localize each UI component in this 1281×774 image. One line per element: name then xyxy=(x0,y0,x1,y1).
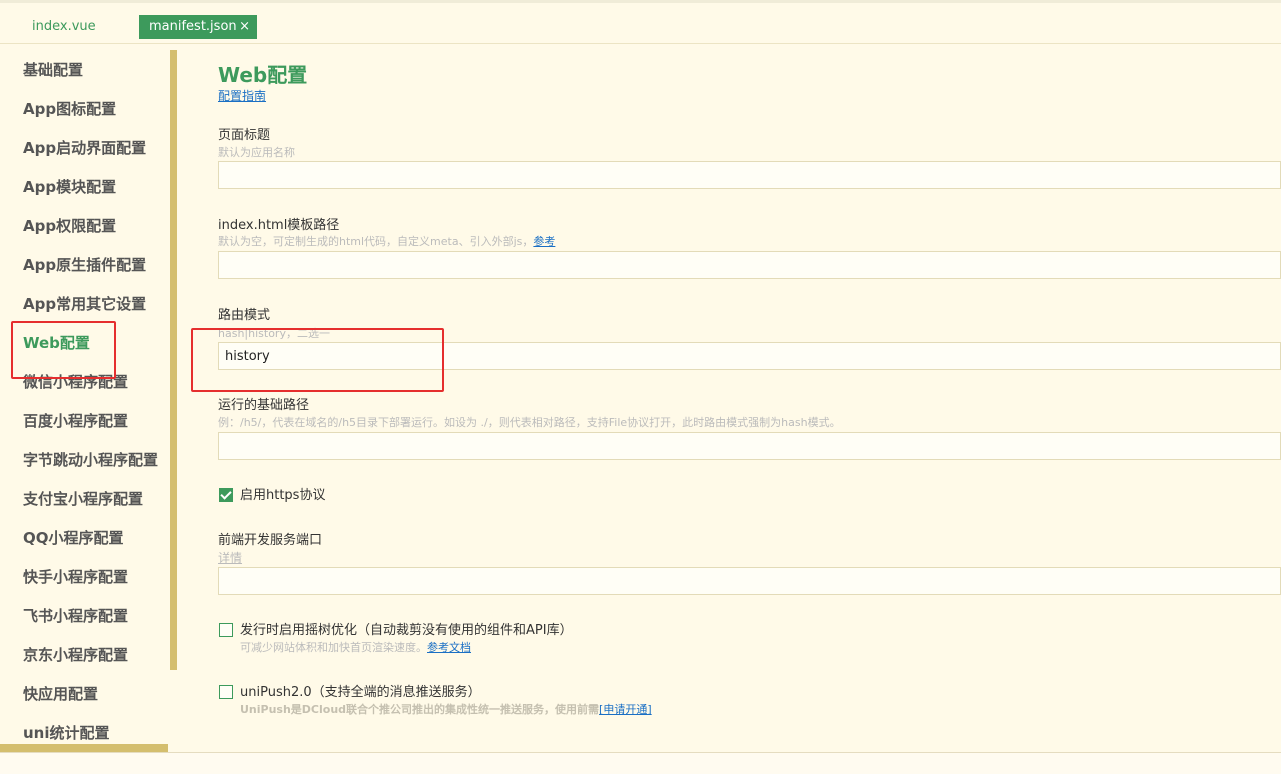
status-strip xyxy=(0,752,1281,774)
tab-bar-top-line xyxy=(0,0,1281,3)
sidebar-item-qq[interactable]: QQ小程序配置 xyxy=(23,528,124,548)
https-checkbox[interactable] xyxy=(219,488,233,502)
sidebar-item-jd[interactable]: 京东小程序配置 xyxy=(23,645,128,665)
dev-port-details-link[interactable]: 详情 xyxy=(218,551,242,565)
treeshake-docs-link[interactable]: 参考文档 xyxy=(427,641,471,654)
template-path-input[interactable] xyxy=(218,251,1281,279)
unipush-desc: UniPush是DCloud联合个推公司推出的集成性统一推送服务，使用前需[申请… xyxy=(240,703,652,717)
tab-manifest-json[interactable]: manifest.json × xyxy=(139,15,257,39)
base-path-label: 运行的基础路径 xyxy=(218,398,310,413)
base-path-input[interactable] xyxy=(218,432,1281,460)
page-title-desc: 默认为应用名称 xyxy=(218,146,295,159)
https-label: 启用https协议 xyxy=(240,488,326,503)
sidebar-item-feishu[interactable]: 飞书小程序配置 xyxy=(23,606,128,626)
sidebar-item-uni-stat[interactable]: uni统计配置 xyxy=(23,723,110,743)
sidebar-item-app-modules[interactable]: App模块配置 xyxy=(23,177,116,197)
highlight-box-router-mode xyxy=(191,328,444,392)
treeshake-desc-text: 可减少网站体积和加快首页渲染速度。 xyxy=(240,641,427,654)
dev-port-input[interactable] xyxy=(218,567,1281,595)
unipush-desc-text: UniPush是DCloud联合个推公司推出的集成性统一推送服务，使用前需 xyxy=(240,703,600,716)
template-path-desc: 默认为空，可定制生成的html代码，自定义meta、引入外部js，参考 xyxy=(218,235,555,249)
router-mode-label: 路由模式 xyxy=(218,308,271,323)
sidebar-item-app-permissions[interactable]: App权限配置 xyxy=(23,216,116,236)
template-path-desc-text: 默认为空，可定制生成的html代码，自定义meta、引入外部js， xyxy=(218,235,534,248)
sidebar-item-baidu[interactable]: 百度小程序配置 xyxy=(23,411,128,431)
page-title-label: 页面标题 xyxy=(218,128,271,143)
sidebar-item-app-splash[interactable]: App启动界面配置 xyxy=(23,138,146,158)
sidebar-item-app-native-plugins[interactable]: App原生插件配置 xyxy=(23,255,146,275)
sidebar-item-kuaishou[interactable]: 快手小程序配置 xyxy=(23,567,128,587)
page-title: Web配置 xyxy=(218,63,308,87)
highlight-box-sidebar-web xyxy=(11,321,116,379)
sidebar-item-toutiao[interactable]: 字节跳动小程序配置 xyxy=(23,450,158,470)
sidebar-item-quickapp[interactable]: 快应用配置 xyxy=(23,684,98,704)
sidebar-horizontal-scrollbar[interactable] xyxy=(0,744,168,752)
unipush-label: uniPush2.0（支持全端的消息推送服务） xyxy=(240,685,481,700)
web-config-panel: Web配置 配置指南 页面标题 默认为应用名称 index.html模板路径 默… xyxy=(178,44,1281,752)
page-title-input[interactable] xyxy=(218,161,1281,189)
template-path-label: index.html模板路径 xyxy=(218,218,340,233)
treeshake-label: 发行时启用摇树优化（自动裁剪没有使用的组件和API库） xyxy=(240,623,573,638)
sidebar-item-app-other[interactable]: App常用其它设置 xyxy=(23,294,146,314)
sidebar-item-app-icon[interactable]: App图标配置 xyxy=(23,99,116,119)
base-path-desc: 例：/h5/，代表在域名的/h5目录下部署运行。如设为 ./，则代表相对路径，支… xyxy=(218,416,841,429)
unipush-apply-link[interactable]: [申请开通] xyxy=(599,703,652,716)
tab-manifest-label: manifest.json xyxy=(149,19,237,34)
template-reference-link[interactable]: 参考 xyxy=(533,235,555,248)
editor-tab-bar: index.vue manifest.json × xyxy=(0,0,1281,44)
sidebar-item-basic[interactable]: 基础配置 xyxy=(23,60,83,80)
unipush-checkbox[interactable] xyxy=(219,685,233,699)
tab-index-vue[interactable]: index.vue xyxy=(22,15,106,39)
sidebar-scrollbar[interactable] xyxy=(170,50,177,670)
treeshake-desc: 可减少网站体积和加快首页渲染速度。参考文档 xyxy=(240,641,471,655)
close-icon[interactable]: × xyxy=(239,15,250,39)
config-guide-link[interactable]: 配置指南 xyxy=(218,88,266,104)
dev-port-label: 前端开发服务端口 xyxy=(218,533,323,548)
treeshake-checkbox[interactable] xyxy=(219,623,233,637)
sidebar-item-alipay[interactable]: 支付宝小程序配置 xyxy=(23,489,143,509)
